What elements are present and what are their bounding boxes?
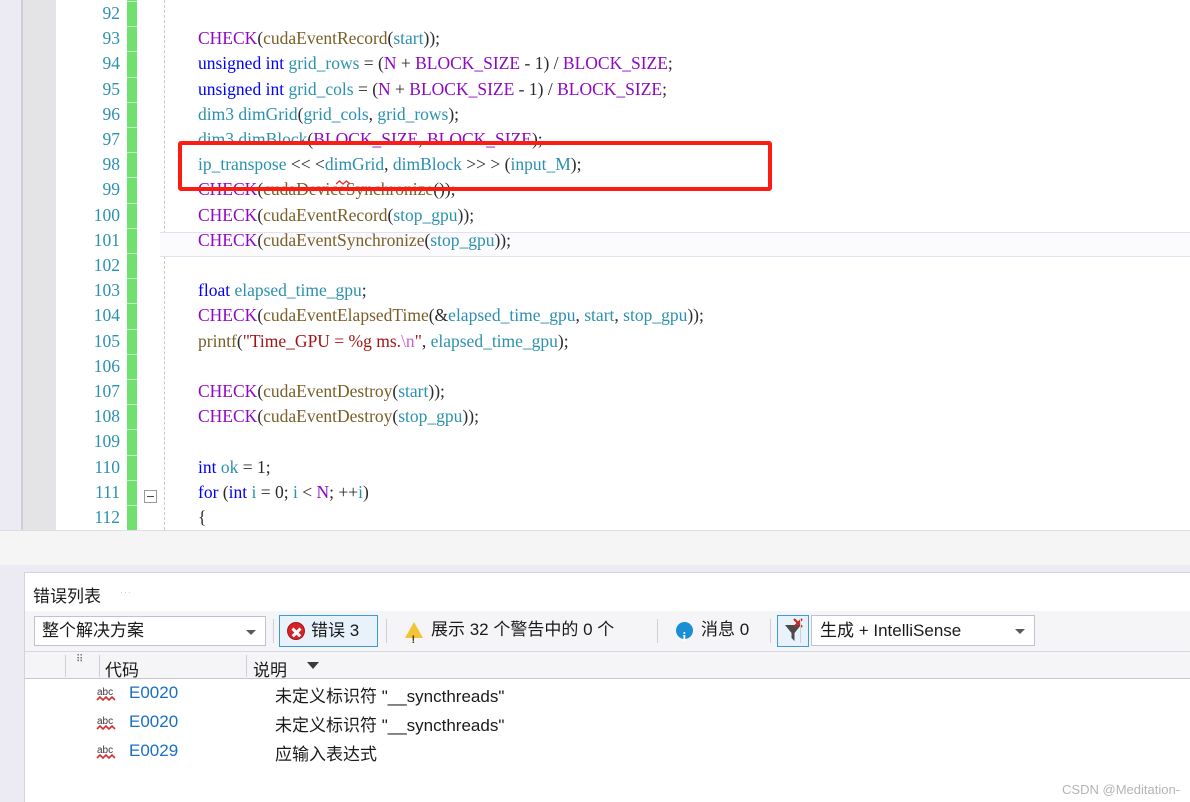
error-description[interactable]: 未定义标识符 "__syncthreads" [275, 682, 504, 707]
panel-drag-grip[interactable] [121, 587, 1171, 596]
line-number: 99 [102, 179, 121, 200]
column-divider[interactable] [99, 655, 100, 677]
error-code[interactable]: E0020 [129, 712, 178, 732]
code-editor[interactable]: 92 93 CHECK(cudaEventRecord(start)); 94 unsi… [0, 0, 1190, 530]
table-row[interactable]: abc E0029 应输入表达式 [25, 737, 1190, 766]
svg-text:abc: abc [97, 745, 113, 756]
error-list-toolbar: 整个解决方案 错误 3 展示 32 个警告中的 0 个 消息 0 [25, 611, 1190, 655]
error-code[interactable]: E0029 [129, 741, 178, 761]
messages-filter-button[interactable]: 消息 0 [668, 615, 770, 652]
line-number: 93 [102, 28, 121, 49]
toolbar-separator [770, 619, 771, 643]
code-line[interactable]: for (int i = 0; i < N; ++i) [198, 480, 369, 505]
line-number: 104 [93, 305, 120, 326]
column-header-description[interactable]: 说明 [253, 656, 287, 681]
table-row[interactable]: abc E0020 未定义标识符 "__syncthreads" [25, 708, 1190, 737]
error-list-container: 错误列表 整个解决方案 错误 3 展示 32 个警告中的 0 个 [24, 572, 1190, 802]
line-number: 111 [95, 481, 120, 502]
warnings-filter-label: 展示 32 个警告中的 0 个 [431, 620, 615, 639]
build-intellisense-value: 生成 + IntelliSense [820, 621, 962, 640]
toolbar-separator [386, 619, 387, 643]
info-icon [676, 622, 693, 652]
column-header-code[interactable]: 代码 [105, 656, 139, 681]
code-line[interactable]: unsigned int grid_rows = (N + BLOCK_SIZE… [198, 51, 673, 76]
code-line[interactable]: printf("Time_GPU = %g ms.\n", elapsed_ti… [198, 329, 569, 354]
clear-filter-button[interactable] [777, 615, 809, 647]
line-number: 92 [102, 3, 121, 23]
code-line[interactable]: CHECK(cudaEventDestroy(stop_gpu)); [198, 404, 479, 429]
indent-guide [164, 0, 165, 530]
code-line[interactable]: float elapsed_time_gpu; [198, 278, 367, 303]
editor-outer-left-pad [0, 0, 21, 530]
clear-filter-icon [785, 618, 803, 641]
line-number: 98 [102, 154, 121, 175]
line-number: 108 [93, 406, 120, 427]
line-number: 105 [93, 330, 120, 351]
line-number: 109 [93, 431, 120, 452]
column-divider[interactable] [246, 655, 247, 677]
line-number: 102 [93, 255, 120, 275]
line-number: 107 [93, 381, 120, 401]
line-number: 103 [93, 280, 120, 301]
abc-error-icon: abc [96, 714, 122, 733]
code-line[interactable]: CHECK(cudaEventDestroy(start)); [198, 379, 445, 404]
code-line[interactable]: unsigned int grid_cols = (N + BLOCK_SIZE… [198, 77, 667, 102]
line-number: 110 [94, 456, 120, 477]
watermark: CSDN @Meditation- [1062, 782, 1180, 797]
line-number: 106 [93, 355, 120, 376]
change-tracking-bar [127, 0, 137, 530]
warnings-filter-button[interactable]: 展示 32 个警告中的 0 个 [397, 615, 651, 655]
line-number: 101 [93, 229, 120, 250]
error-grid-header: ⠿ 代码 说明 [25, 651, 1190, 681]
line-number: 95 [102, 78, 121, 99]
sort-descending-icon [307, 662, 319, 669]
warning-icon [405, 622, 423, 655]
table-row[interactable]: abc E0020 未定义标识符 "__syncthreads" [25, 679, 1190, 708]
build-intellisense-combobox[interactable]: 生成 + IntelliSense [811, 615, 1035, 646]
errors-filter-button[interactable]: 错误 3 [279, 615, 378, 647]
line-number: 112 [94, 507, 120, 527]
code-line[interactable]: CHECK(cudaEventRecord(start)); [198, 26, 440, 51]
error-description[interactable]: 未定义标识符 "__syncthreads" [275, 711, 504, 736]
chevron-down-icon [1015, 629, 1025, 634]
error-list-panel: 错误列表 整个解决方案 错误 3 展示 32 个警告中的 0 个 [0, 565, 1190, 802]
abc-error-icon: abc [96, 685, 122, 704]
code-line[interactable]: CHECK(cudaEventRecord(stop_gpu)); [198, 203, 474, 228]
editor-selection-margin[interactable] [23, 0, 56, 530]
column-divider[interactable] [65, 655, 66, 677]
line-number: 97 [102, 129, 121, 149]
chevron-down-icon [246, 630, 256, 635]
code-line[interactable]: CHECK(cudaDeviceSynchronize()); [198, 177, 456, 202]
svg-text:abc: abc [97, 716, 113, 727]
error-code[interactable]: E0020 [129, 683, 178, 703]
outlining-margin[interactable] [137, 0, 288, 530]
abc-error-icon: abc [96, 743, 122, 762]
toolbar-separator [273, 619, 274, 643]
editor-status-bar: 100 % 3 0 ← → [0, 530, 1190, 565]
line-number: 96 [102, 103, 121, 124]
outlining-collapse-toggle[interactable] [144, 490, 157, 503]
scope-filter-value: 整个解决方案 [42, 621, 144, 640]
messages-filter-label: 消息 0 [701, 620, 750, 639]
scope-filter-combobox[interactable]: 整个解决方案 [34, 616, 266, 646]
toolbar-separator [800, 619, 801, 643]
toolbar-separator [657, 619, 658, 643]
error-list-title: 错误列表 [33, 587, 101, 606]
code-line[interactable]: dim3 dimGrid(grid_cols, grid_rows); [198, 102, 459, 127]
line-number: 94 [102, 53, 121, 74]
errors-filter-label: 错误 3 [311, 621, 360, 640]
code-line[interactable]: { [198, 505, 206, 530]
row-indicator-column-icon: ⠿ [76, 654, 85, 665]
code-line[interactable]: ip_transpose << <dimGrid, dimBlock >> > … [198, 152, 581, 177]
error-grid-body: abc E0020 未定义标识符 "__syncthreads" abc E0020 未定… [25, 679, 1190, 802]
svg-text:abc: abc [97, 687, 113, 698]
code-line[interactable]: int ok = 1; [198, 455, 271, 480]
error-squiggle [336, 180, 350, 185]
code-line[interactable]: dim3 dimBlock(BLOCK_SIZE, BLOCK_SIZE); [198, 127, 543, 152]
error-description[interactable]: 应输入表达式 [275, 740, 377, 765]
code-line[interactable]: CHECK(cudaEventSynchronize(stop_gpu)); [198, 228, 511, 253]
code-line[interactable]: CHECK(cudaEventElapsedTime(&elapsed_time… [198, 303, 704, 328]
error-icon [287, 622, 305, 640]
line-number: 100 [93, 204, 120, 225]
